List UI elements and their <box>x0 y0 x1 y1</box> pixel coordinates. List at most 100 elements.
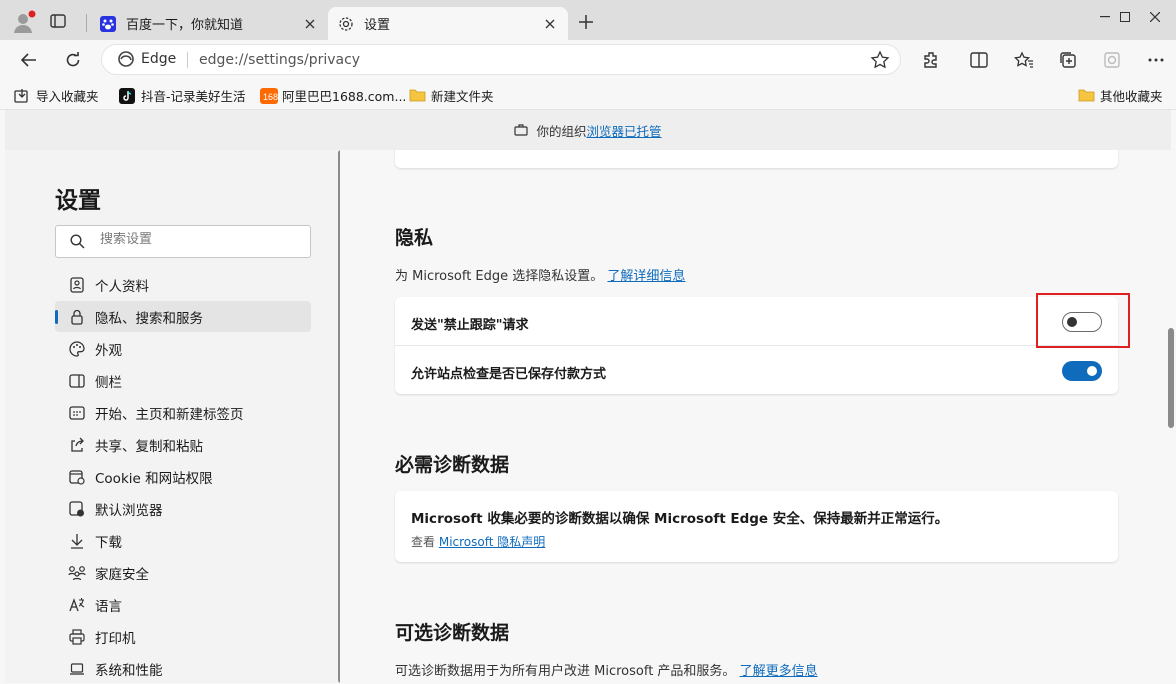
family-icon <box>68 564 86 582</box>
optional-diagnostics-heading: 可选诊断数据 <box>395 622 510 644</box>
alibaba-icon: 1688 <box>260 87 278 104</box>
favorite-star-icon[interactable] <box>870 50 890 70</box>
optional-desc-text: 可选诊断数据用于为所有用户改进 Microsoft 产品和服务。 <box>395 664 736 679</box>
sidebar-item-profile[interactable]: 个人资料 <box>55 269 311 300</box>
sidebar-item-system[interactable]: 系统和性能 <box>55 653 311 684</box>
optional-learn-more-link[interactable]: 了解更多信息 <box>740 664 818 679</box>
search-input[interactable] <box>100 232 300 247</box>
lock-icon <box>68 308 86 326</box>
tab-title: 百度一下，你就知道 <box>126 18 244 33</box>
search-icon <box>70 234 85 249</box>
close-tab-icon[interactable] <box>296 10 324 38</box>
sidebar-item-label: 共享、复制和粘贴 <box>95 438 203 455</box>
sidebar-item-label: 外观 <box>95 342 122 359</box>
favorite-label: 新建文件夹 <box>431 89 494 104</box>
sidebar-item-label: 打印机 <box>95 630 136 647</box>
favorite-new-folder[interactable]: 新建文件夹 <box>409 86 494 105</box>
tab-settings[interactable]: 设置 <box>328 7 568 40</box>
main-scrollbar[interactable] <box>1168 328 1174 428</box>
sidebar-icon <box>68 372 86 390</box>
required-diagnostics-text: Microsoft 收集必要的诊断数据以确保 Microsoft Edge 安全… <box>411 511 949 527</box>
sidebar-item-family[interactable]: 家庭安全 <box>55 557 311 588</box>
managed-link[interactable]: 浏览器已托管 <box>587 121 662 140</box>
privacy-settings-card: 发送"禁止跟踪"请求 允许站点检查是否已保存付款方式 <box>395 297 1118 394</box>
profile-icon <box>68 276 86 294</box>
favorite-import[interactable]: 导入收藏夹 <box>14 86 99 105</box>
tab-strip: 百度一下，你就知道 设置 <box>0 0 1176 40</box>
gear-icon <box>338 16 354 32</box>
url-text[interactable]: edge://settings/privacy <box>199 52 360 68</box>
sidebar-item-appearance[interactable]: 外观 <box>55 333 311 364</box>
sidebar-item-cookies[interactable]: Cookie 和网站权限 <box>55 461 311 492</box>
profile-avatar[interactable] <box>10 8 38 36</box>
home-grid-icon <box>68 404 86 422</box>
ie-mode-icon[interactable] <box>1096 44 1128 76</box>
svg-text:1688: 1688 <box>263 92 278 102</box>
extensions-icon[interactable] <box>915 44 947 76</box>
cookie-icon <box>68 468 86 486</box>
managed-text: 你的组织 <box>536 123 587 139</box>
sidebar-item-label: 语言 <box>95 598 122 615</box>
sidebar-item-printers[interactable]: 打印机 <box>55 621 311 652</box>
optional-diagnostics-description: 可选诊断数据用于为所有用户改进 Microsoft 产品和服务。 了解更多信息 <box>395 660 818 679</box>
sidebar-item-label: 默认浏览器 <box>95 502 163 519</box>
edge-badge: Edge <box>118 51 176 67</box>
search-box[interactable] <box>55 225 311 258</box>
folder-icon <box>1078 88 1095 104</box>
sidebar-item-label: 侧栏 <box>95 374 122 391</box>
payment-check-toggle[interactable] <box>1062 361 1102 381</box>
share-icon <box>68 436 86 454</box>
window-close-icon[interactable] <box>1135 0 1175 34</box>
download-icon <box>68 532 86 550</box>
sidebar-item-label: 家庭安全 <box>95 566 149 583</box>
favorite-label: 导入收藏夹 <box>36 89 99 104</box>
sidebar-item-share[interactable]: 共享、复制和粘贴 <box>55 429 311 460</box>
import-favorites-icon <box>14 88 30 104</box>
other-favorites[interactable]: 其他收藏夹 <box>1078 86 1163 105</box>
baidu-paw-icon <box>100 15 116 32</box>
sidebar-item-language[interactable]: 语言 <box>55 589 311 620</box>
laptop-icon <box>68 660 86 678</box>
favorite-label: 其他收藏夹 <box>1100 89 1163 104</box>
required-diagnostics-card: Microsoft 收集必要的诊断数据以确保 Microsoft Edge 安全… <box>395 491 1118 562</box>
privacy-description: 为 Microsoft Edge 选择隐私设置。 了解详细信息 <box>395 265 685 284</box>
edge-logo-icon <box>118 51 134 67</box>
collections-icon[interactable] <box>1052 44 1084 76</box>
sidebar-item-privacy[interactable]: 隐私、搜索和服务 <box>55 301 311 332</box>
privacy-learn-more-link[interactable]: 了解详细信息 <box>607 269 685 284</box>
edge-label: Edge <box>141 51 177 67</box>
settings-content: 隐私 为 Microsoft Edge 选择隐私设置。 了解详细信息 发送"禁止… <box>340 150 1162 683</box>
navigation-bar: Edge edge://settings/privacy <box>0 40 1176 80</box>
tab-baidu[interactable]: 百度一下，你就知道 <box>88 7 328 40</box>
new-tab-plus-icon[interactable] <box>578 14 594 30</box>
previous-card <box>395 150 1118 168</box>
default-browser-icon <box>68 500 86 518</box>
sidebar-item-label: 下载 <box>95 534 122 551</box>
settings-title: 设置 <box>55 188 101 214</box>
tab-actions-icon[interactable] <box>50 14 66 28</box>
palette-icon <box>68 340 86 358</box>
settings-sidebar: 设置 个人资料 隐私、搜索和服务 外观 侧栏 开始、主页和新建标签页 共享、复制… <box>5 150 345 684</box>
refresh-icon[interactable] <box>57 44 89 76</box>
more-options-icon[interactable] <box>1140 44 1172 76</box>
highlight-box <box>1036 293 1130 348</box>
sidebar-item-sidebar[interactable]: 侧栏 <box>55 365 311 396</box>
back-arrow-icon[interactable] <box>13 44 45 76</box>
favorite-douyin[interactable]: 抖音-记录美好生活 <box>119 86 246 105</box>
sidebar-item-label: 隐私、搜索和服务 <box>95 310 203 327</box>
favorite-alibaba[interactable]: 1688 阿里巴巴1688.com... <box>260 86 406 105</box>
favorite-label: 阿里巴巴1688.com... <box>282 89 407 104</box>
folder-icon <box>409 88 426 104</box>
privacy-statement-link[interactable]: Microsoft 隐私声明 <box>439 535 545 549</box>
sidebar-item-label: Cookie 和网站权限 <box>95 470 213 487</box>
sidebar-item-start-home[interactable]: 开始、主页和新建标签页 <box>55 397 311 428</box>
sidebar-item-downloads[interactable]: 下载 <box>55 525 311 556</box>
address-bar[interactable]: Edge edge://settings/privacy <box>101 44 901 75</box>
split-screen-icon[interactable] <box>963 44 995 76</box>
sidebar-item-default-browser[interactable]: 默认浏览器 <box>55 493 311 524</box>
tab-title: 设置 <box>364 18 391 33</box>
payment-check-label: 允许站点检查是否已保存付款方式 <box>411 367 607 382</box>
close-tab-icon[interactable] <box>536 10 564 38</box>
favorites-list-icon[interactable] <box>1008 44 1040 76</box>
printer-icon <box>68 628 86 646</box>
